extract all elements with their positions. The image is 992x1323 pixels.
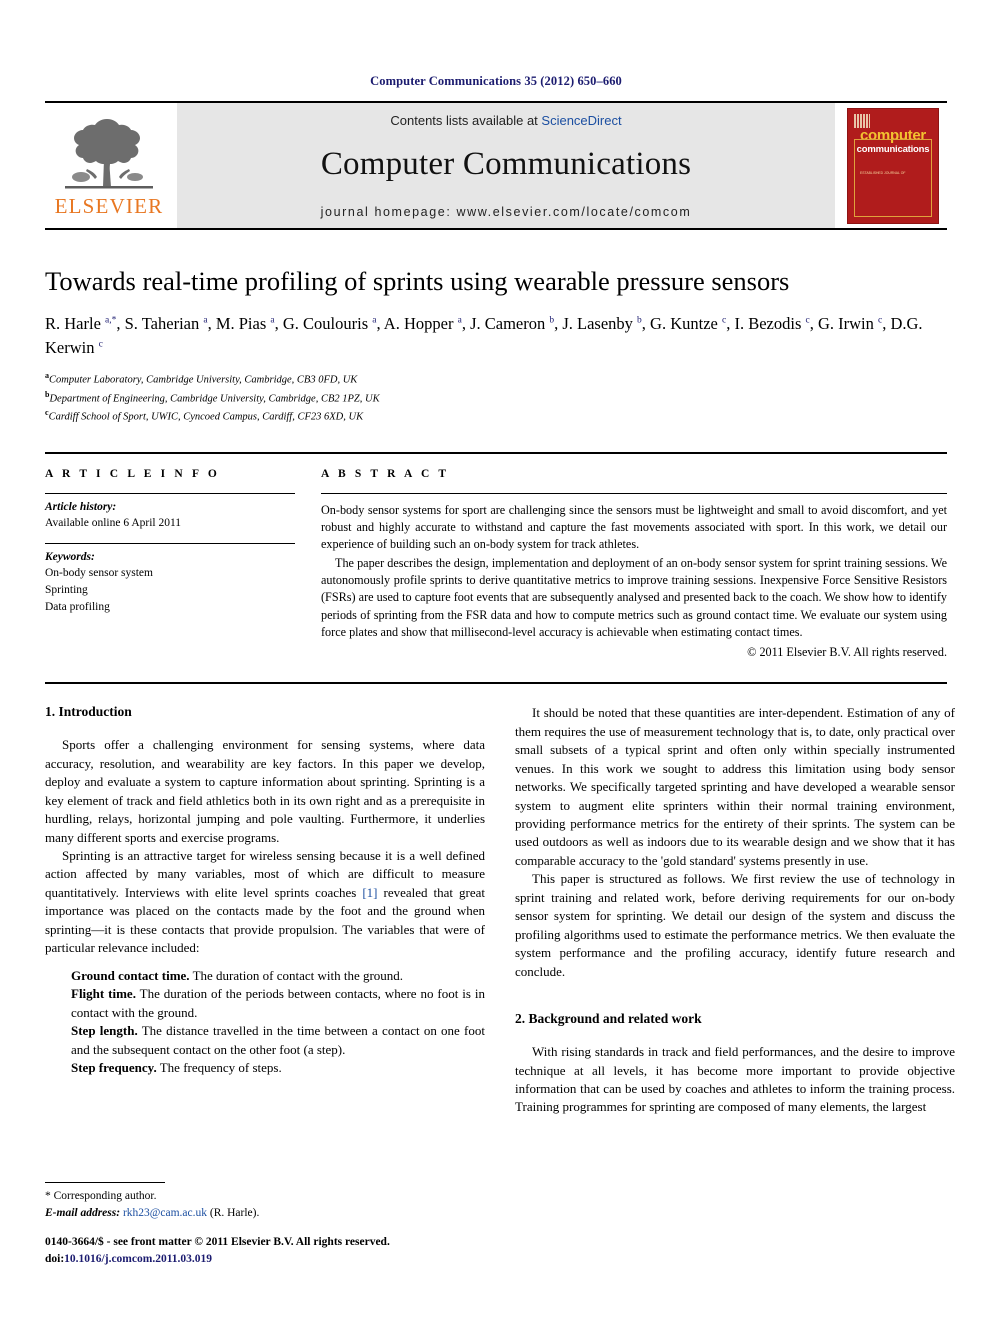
article-body: 1. Introduction Sports offer a challengi… [45,682,955,1117]
elsevier-tree-icon [65,119,153,189]
article-history-value: Available online 6 April 2011 [45,516,182,529]
journal-masthead: ELSEVIER Contents lists available at Sci… [45,101,947,230]
body-column-right: It should be noted that these quantities… [515,704,955,1117]
definition-text: The frequency of steps. [156,1060,282,1075]
affiliation-item: bDepartment of Engineering, Cambridge Un… [45,389,947,407]
corresponding-author-note: * Corresponding author. [45,1190,157,1202]
keyword-item: Data profiling [45,600,110,613]
body-paragraph: This paper is structured as follows. We … [515,871,955,979]
journal-title: Computer Communications [320,146,692,182]
divider [321,492,947,494]
divider [45,492,295,494]
contents-available-line: Contents lists available at ScienceDirec… [390,113,621,128]
email-note: E-mail address: rkh23@cam.ac.uk (R. Harl… [45,1205,485,1222]
cover-image: computer communications ESTABLISHED JOUR… [847,107,939,224]
affiliation-text: Department of Engineering, Cambridge Uni… [49,393,380,405]
definition-term: Step frequency. [71,1060,157,1075]
abstract-paragraph: The paper describes the design, implemen… [321,555,947,639]
definition-item: Ground contact time. The duration of con… [71,967,485,985]
email-link[interactable]: rkh23@cam.ac.uk [123,1207,207,1219]
abstract-copyright: © 2011 Elsevier B.V. All rights reserved… [747,645,947,660]
article-title-block: Towards real-time profiling of sprints u… [45,266,947,426]
abstract-paragraph: On-body sensor systems for sport are cha… [321,502,947,552]
email-label: E-mail address: [45,1207,121,1220]
article-history-group: Article history: Available online 6 Apri… [45,501,295,532]
body-paragraph-with-citation: Sprinting is an attractive target for wi… [45,847,485,958]
abstract-label: A B S T R A C T [321,467,450,480]
info-abstract-section: A R T I C L E I N F O Article history: A… [45,451,947,661]
affiliation-item: cCardiff School of Sport, UWIC, Cyncoed … [45,407,947,425]
cover-frame [854,138,932,217]
section-heading-introduction: 1. Introduction [45,704,132,720]
sciencedirect-link[interactable]: ScienceDirect [541,113,621,128]
keywords-group: Keywords: On-body sensor system Sprintin… [45,551,295,615]
doi-label: doi: [45,1253,65,1266]
doi-value[interactable]: 10.1016/j.comcom.2011.03.019 [64,1253,212,1265]
affiliation-list: aComputer Laboratory, Cambridge Universi… [45,370,947,425]
section-heading-background: 2. Background and related work [515,1011,702,1027]
article-info-label: A R T I C L E I N F O [45,467,220,480]
issn-line: 0140-3664/$ - see front matter © 2011 El… [45,1236,390,1248]
keywords-heading: Keywords: [45,551,95,564]
journal-cover-thumbnail: computer communications ESTABLISHED JOUR… [839,103,947,228]
publisher-logo: ELSEVIER [45,103,173,228]
article-history-heading: Article history: [45,500,117,513]
definition-item: Step frequency. The frequency of steps. [71,1059,485,1077]
doi-line: doi:10.1016/j.comcom.2011.03.019 [45,1251,565,1268]
footnote-divider [45,1182,165,1183]
citation-link[interactable]: [1] [362,885,377,900]
cover-publisher-mark-icon [854,113,870,128]
journal-homepage[interactable]: journal homepage: www.elsevier.com/locat… [321,205,692,219]
body-paragraph: It should be noted that these quantities… [515,705,955,868]
footnote-block: * Corresponding author. E-mail address: … [45,1182,485,1223]
page-title: Towards real-time profiling of sprints u… [45,266,790,296]
body-column-left: 1. Introduction Sports offer a challengi… [45,704,485,1117]
keyword-item: Sprinting [45,584,88,597]
author-list: R. Harle a,*, S. Taherian a, M. Pias a, … [45,314,923,357]
definition-item: Step length. The distance travelled in t… [71,1022,485,1059]
divider [45,543,295,545]
affiliation-item: aComputer Laboratory, Cambridge Universi… [45,370,947,388]
variables-definition-list: Ground contact time. The duration of con… [45,967,485,1078]
elsevier-wordmark: ELSEVIER [54,194,164,218]
affiliation-text: Cardiff School of Sport, UWIC, Cyncoed C… [48,411,364,423]
body-paragraph: With rising standards in track and field… [515,1044,955,1115]
affiliation-text: Computer Laboratory, Cambridge Universit… [49,374,358,386]
definition-term: Ground contact time. [71,967,190,983]
definition-item: Flight time. The duration of the periods… [71,985,485,1022]
running-head: Computer Communications 35 (2012) 650–66… [370,74,622,88]
keyword-item: On-body sensor system [45,567,153,580]
masthead-center: Contents lists available at ScienceDirec… [177,103,835,228]
article-info-panel: A R T I C L E I N F O Article history: A… [45,468,295,661]
cover-subtext: ESTABLISHED JOURNAL OF [860,170,906,175]
definition-term: Flight time. [71,986,136,1002]
paper-page: Computer Communications 35 (2012) 650–66… [0,0,992,1323]
abstract-panel: A B S T R A C T On-body sensor systems f… [321,468,947,661]
contents-prefix: Contents lists available at [390,113,542,128]
email-suffix: (R. Harle). [207,1207,260,1220]
issn-doi-block: 0140-3664/$ - see front matter © 2011 El… [45,1234,565,1269]
body-paragraph: Sports offer a challenging environment f… [45,737,485,845]
definition-text: The duration of contact with the ground. [189,967,404,983]
definition-term: Step length. [71,1023,138,1039]
